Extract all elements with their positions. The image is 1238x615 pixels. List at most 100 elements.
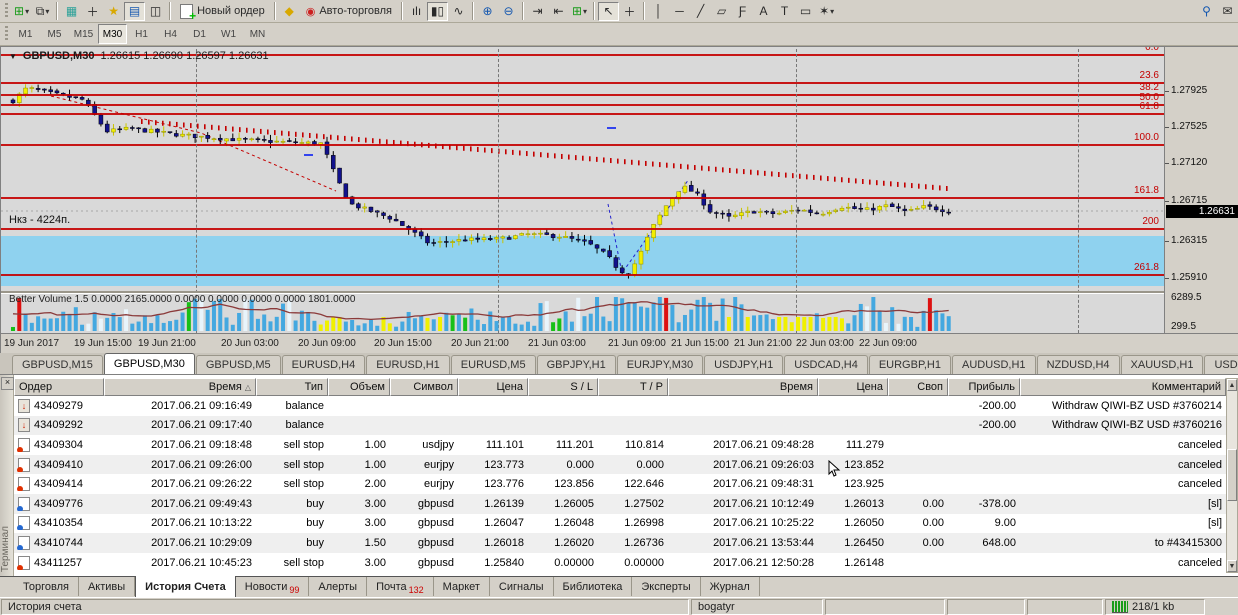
terminal-tab-торговля[interactable]: Торговля	[14, 577, 79, 596]
terminal-tab-библиотека[interactable]: Библиотека	[554, 577, 633, 596]
rectangle-tool-button[interactable]: ▭	[795, 2, 816, 21]
column-header-6[interactable]: S / L	[528, 378, 598, 396]
table-row[interactable]: 434093042017.06.21 09:18:48sell stop1.00…	[14, 435, 1226, 455]
market-watch-button[interactable]: ▦	[61, 2, 82, 21]
indicators-button[interactable]: ⊞▾	[569, 2, 590, 21]
strategy-tester-button[interactable]: ◫	[145, 2, 166, 21]
label-tool-button[interactable]: T	[774, 2, 795, 21]
column-header-10[interactable]: Своп	[888, 378, 948, 396]
terminal-tab-активы[interactable]: Активы	[79, 577, 135, 596]
column-header-0[interactable]: Ордер	[14, 378, 104, 396]
line-chart-button[interactable]: ∿	[448, 2, 469, 21]
horizontal-line-button[interactable]: ─	[669, 2, 690, 21]
terminal-close-button[interactable]: ×	[1, 377, 14, 390]
table-row[interactable]: ↓434092922017.06.21 09:17:40balance-200.…	[14, 416, 1226, 436]
chart-tab-gbpusd-m15[interactable]: GBPUSD,M15	[12, 355, 103, 374]
search-button[interactable]: ⚲	[1196, 2, 1217, 21]
data-window-button[interactable]: ＋	[82, 2, 103, 21]
vertical-line-button[interactable]: │	[648, 2, 669, 21]
table-row[interactable]: 434112572017.06.21 10:45:23sell stop3.00…	[14, 553, 1226, 573]
collapse-icon[interactable]: ▼	[9, 52, 17, 61]
fibonacci-button[interactable]: Ƒ	[732, 2, 753, 21]
timeframe-button-mn[interactable]: MN	[243, 24, 272, 44]
chart-tab-eurgbp-h1[interactable]: EURGBP,H1	[869, 355, 951, 374]
candlestick-chart-button[interactable]: ▮▯	[427, 2, 448, 21]
timeframe-button-m5[interactable]: M5	[40, 24, 69, 44]
shapes-button[interactable]: ✶▾	[816, 2, 837, 21]
toolbar-grip[interactable]	[5, 3, 8, 19]
timeframe-button-h4[interactable]: H4	[156, 24, 185, 44]
trendline-button[interactable]: ╱	[690, 2, 711, 21]
column-header-12[interactable]: Комментарий	[1020, 378, 1226, 396]
terminal-tab-маркет[interactable]: Маркет	[434, 577, 490, 596]
column-header-7[interactable]: T / P	[598, 378, 668, 396]
column-header-2[interactable]: Тип	[256, 378, 328, 396]
zoom-out-button[interactable]: ⊖	[498, 2, 519, 21]
chart-tab-eurusd-h4[interactable]: EURUSD,H4	[282, 355, 366, 374]
price-scale[interactable]: 1.279251.275251.271201.267151.263151.259…	[1164, 47, 1238, 333]
timeframe-button-d1[interactable]: D1	[185, 24, 214, 44]
timeframe-button-w1[interactable]: W1	[214, 24, 243, 44]
table-row[interactable]: 434094102017.06.21 09:26:00sell stop1.00…	[14, 455, 1226, 475]
terminal-tab-алерты[interactable]: Алерты	[309, 577, 367, 596]
new-order-button[interactable]: Новый ордер	[174, 2, 271, 21]
column-header-1[interactable]: Время△	[104, 378, 256, 396]
column-header-3[interactable]: Объем	[328, 378, 390, 396]
column-header-11[interactable]: Прибыль	[948, 378, 1020, 396]
chart-tab-xauusd-h1[interactable]: XAUUSD,H1	[1121, 355, 1204, 374]
community-chat-button[interactable]: ✉	[1217, 2, 1238, 21]
chart-tab-gbpjpy-h1[interactable]: GBPJPY,H1	[537, 355, 616, 374]
auto-scroll-button[interactable]: ⇥	[527, 2, 548, 21]
table-row[interactable]: ↓434092792017.06.21 09:16:49balance-200.…	[14, 396, 1226, 416]
chart-tab-gbpusd-m30[interactable]: GBPUSD,M30	[104, 353, 195, 374]
channel-button[interactable]: ▱	[711, 2, 732, 21]
column-header-5[interactable]: Цена	[458, 378, 528, 396]
column-header-9[interactable]: Цена	[818, 378, 888, 396]
terminal-tab-новости[interactable]: Новости99	[236, 577, 310, 596]
cursor-button[interactable]: ↖	[598, 2, 619, 21]
terminal-tab-история-счета[interactable]: История Счета	[135, 576, 236, 598]
chart-tab-usdjpy-h1[interactable]: USDJPY,H1	[704, 355, 783, 374]
table-scrollbar[interactable]: ▲ ▼	[1226, 378, 1238, 573]
table-row[interactable]: 434103542017.06.21 10:13:22buy3.00gbpusd…	[14, 514, 1226, 534]
time-axis[interactable]: 19 Jun 201719 Jun 15:0019 Jun 21:0020 Ju…	[1, 333, 1238, 355]
toolbar-grip[interactable]	[5, 26, 8, 42]
chart-tab-usdrub-daily[interactable]: USDRUB,Daily	[1204, 355, 1238, 374]
chart-plot-area[interactable]: 0.023.638.250.061.8100.0161.8200261.8 ▼ …	[1, 47, 1164, 333]
terminal-tab-эксперты[interactable]: Эксперты	[632, 577, 700, 596]
new-chart-button[interactable]: ⊞▾	[11, 2, 32, 21]
chart-tab-gbpusd-m5[interactable]: GBPUSD,M5	[196, 355, 281, 374]
chart-tab-usdcad-h4[interactable]: USDCAD,H4	[784, 355, 868, 374]
timeframe-button-h1[interactable]: H1	[127, 24, 156, 44]
chart-tab-nzdusd-h4[interactable]: NZDUSD,H4	[1037, 355, 1120, 374]
chart-tab-eurusd-m5[interactable]: EURUSD,M5	[451, 355, 536, 374]
scroll-down-button[interactable]: ▼	[1227, 560, 1237, 572]
timeframe-button-m15[interactable]: M15	[69, 24, 98, 44]
timeframe-button-m30[interactable]: M30	[98, 24, 127, 44]
timeframe-button-m1[interactable]: M1	[11, 24, 40, 44]
table-row[interactable]: 434094142017.06.21 09:26:22sell stop2.00…	[14, 474, 1226, 494]
scroll-up-button[interactable]: ▲	[1227, 379, 1237, 391]
metaeditor-button[interactable]: ◆	[279, 2, 300, 21]
terminal-tab-сигналы[interactable]: Сигналы	[490, 577, 554, 596]
text-tool-button[interactable]: A	[753, 2, 774, 21]
navigator-button[interactable]: ★	[103, 2, 124, 21]
auto-trading-button[interactable]: ◉Авто-торговля	[300, 2, 398, 21]
bar-chart-button[interactable]: ılı	[406, 2, 427, 21]
chart-tab-audusd-h1[interactable]: AUDUSD,H1	[952, 355, 1036, 374]
table-cell: 2017.06.21 09:26:03	[668, 459, 818, 471]
chart-shift-button[interactable]: ⇤	[548, 2, 569, 21]
table-row[interactable]: 434107442017.06.21 10:29:09buy1.50gbpusd…	[14, 533, 1226, 553]
zoom-in-button[interactable]: ⊕	[477, 2, 498, 21]
terminal-tab-почта[interactable]: Почта132	[367, 577, 434, 596]
column-header-8[interactable]: Время	[668, 378, 818, 396]
table-row[interactable]: 434097762017.06.21 09:49:43buy3.00gbpusd…	[14, 494, 1226, 514]
chart-tab-eurusd-h1[interactable]: EURUSD,H1	[366, 355, 450, 374]
crosshair-button[interactable]: ＋	[619, 2, 640, 21]
column-header-4[interactable]: Символ	[390, 378, 458, 396]
chart-tab-eurjpy-m30[interactable]: EURJPY,M30	[617, 355, 703, 374]
profiles-button[interactable]: ⧉▾	[32, 2, 53, 21]
scrollbar-thumb[interactable]	[1227, 449, 1237, 501]
terminal-tab-журнал[interactable]: Журнал	[701, 577, 760, 596]
terminal-button[interactable]: ▤	[124, 2, 145, 21]
